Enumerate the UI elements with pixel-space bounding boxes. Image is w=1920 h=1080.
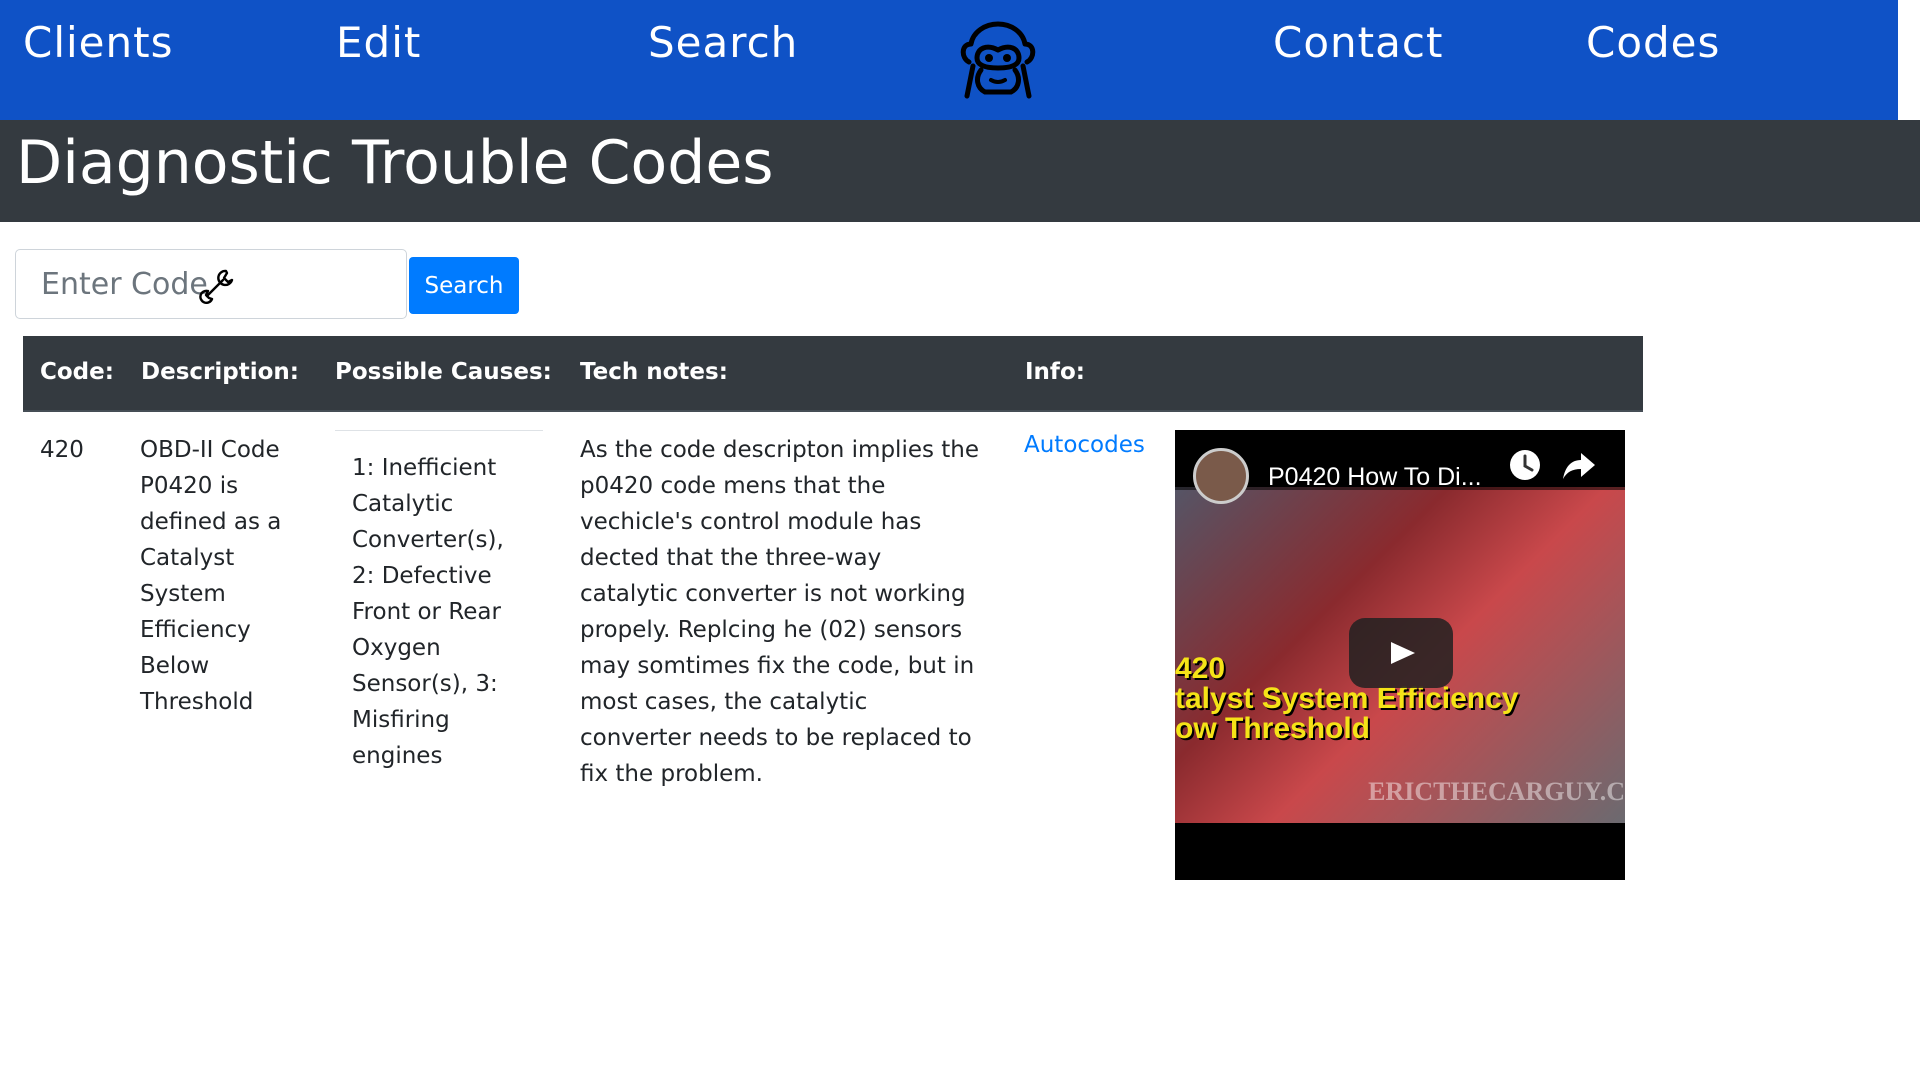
cell-tech-notes: As the code descripton implies the p0420… <box>580 437 980 787</box>
nav-contact[interactable]: Contact <box>1273 18 1443 67</box>
search-button[interactable]: Search <box>409 257 519 314</box>
wrench-icon <box>199 269 234 304</box>
search-field[interactable] <box>15 249 407 319</box>
nav-edit[interactable]: Edit <box>336 18 421 67</box>
codes-table-header: Code: Description: Possible Causes: Tech… <box>23 336 1643 412</box>
channel-avatar[interactable] <box>1193 448 1249 504</box>
video-overlay-line: 420 <box>1175 652 1226 685</box>
nav-clients[interactable]: Clients <box>23 18 173 67</box>
header-description: Description: <box>141 359 299 385</box>
header-code: Code: <box>40 359 114 385</box>
cell-code: 420 <box>40 437 84 463</box>
autocodes-link[interactable]: Autocodes <box>1024 432 1145 458</box>
header-possible-causes: Possible Causes: <box>335 359 552 385</box>
page-title: Diagnostic Trouble Codes <box>16 128 774 198</box>
video-overlay-line: talyst System Efficiency <box>1175 682 1519 715</box>
watch-later-icon[interactable] <box>1507 447 1543 483</box>
cell-possible-causes: 1: Inefficient Catalytic Converter(s), 2… <box>352 455 504 769</box>
video-embed[interactable]: 420 talyst System Efficiency ow Threshol… <box>1175 430 1625 880</box>
share-icon[interactable] <box>1561 447 1597 483</box>
causes-divider <box>335 430 543 431</box>
nav-search[interactable]: Search <box>648 18 798 67</box>
video-overlay-line: ow Threshold <box>1175 712 1370 745</box>
video-title[interactable]: P0420 How To Di... <box>1268 463 1498 492</box>
page-header: Diagnostic Trouble Codes <box>0 120 1920 222</box>
cell-description: OBD-II Code P0420 is defined as a Cataly… <box>140 437 282 715</box>
top-navbar: Clients Edit Search Contact Codes <box>0 0 1898 120</box>
monkey-face-icon[interactable] <box>955 18 1041 104</box>
header-info: Info: <box>1025 359 1085 385</box>
play-button[interactable] <box>1349 618 1453 688</box>
play-icon <box>1391 642 1415 664</box>
header-tech-notes: Tech notes: <box>580 359 728 385</box>
video-watermark: ERICTHECARGUY.C <box>1368 777 1625 806</box>
nav-codes[interactable]: Codes <box>1586 18 1720 67</box>
